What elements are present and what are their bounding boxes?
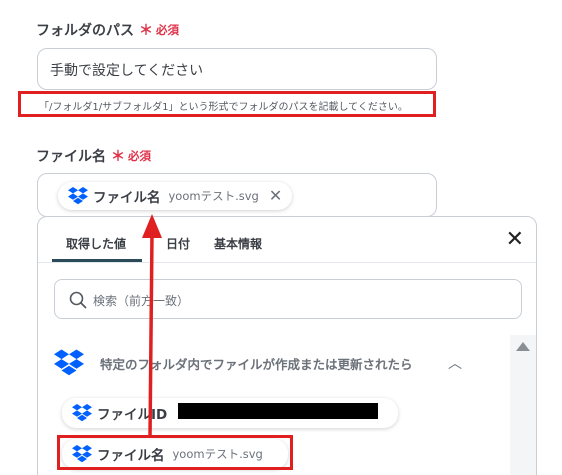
trigger-group-title: 特定のフォルダ内でファイルが作成または更新されたら [100, 357, 413, 372]
search-placeholder: 検索（前方一致） [93, 294, 190, 308]
chip-value: yoomテスト.svg [168, 189, 259, 203]
folder-path-hint-highlight: 「/フォルダ1/サブフォルダ1」という形式でフォルダのパスを記載してください。 [18, 91, 436, 117]
folder-path-hint: 「/フォルダ1/サブフォルダ1」という形式でフォルダのパスを記載してください。 [39, 102, 408, 113]
required-star: ＊ [139, 23, 153, 39]
folder-path-label-text: フォルダのパス [36, 23, 134, 39]
required-text: 必須 [156, 23, 179, 37]
file-name-item-highlight [57, 435, 293, 470]
scrollbar-track[interactable] [510, 335, 536, 475]
search-icon [69, 291, 87, 309]
chevron-up-icon[interactable]: ︿ [448, 353, 462, 373]
close-icon[interactable]: ✕ [269, 188, 282, 204]
scroll-up-icon[interactable] [516, 342, 530, 351]
close-icon[interactable]: ✕ [506, 229, 524, 251]
required-star: ＊ [111, 149, 125, 165]
tab-divider [38, 262, 536, 263]
tab-date[interactable]: 日付 [166, 235, 190, 252]
redacted-value [178, 403, 378, 419]
dropbox-icon [54, 349, 84, 376]
required-text: 必須 [128, 149, 151, 163]
tab-basic-info[interactable]: 基本情報 [214, 235, 262, 252]
search-input[interactable]: 検索（前方一致） [54, 279, 522, 319]
folder-path-input[interactable]: 手動で設定してください [37, 48, 437, 90]
value-item-name: ファイルID [97, 407, 168, 423]
file-name-chip[interactable]: ファイル名 yoomテスト.svg ✕ [58, 182, 293, 210]
tab-acquired-values[interactable]: 取得した値 [66, 235, 126, 252]
file-name-label: ファイル名 ＊ 必須 [36, 146, 151, 166]
dropbox-icon [72, 404, 92, 422]
folder-path-label: フォルダのパス ＊ 必須 [36, 20, 179, 40]
chip-name: ファイル名 [93, 190, 161, 206]
dropbox-icon [68, 187, 88, 205]
folder-path-value: 手動で設定してください [50, 63, 204, 79]
file-name-label-text: ファイル名 [36, 149, 106, 165]
